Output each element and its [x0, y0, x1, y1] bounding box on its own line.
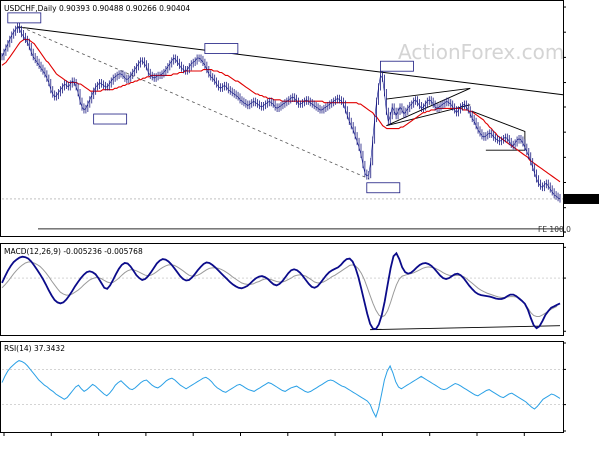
macd-header: MACD(12,26,9) -0.005236 -0.005768 — [4, 247, 143, 256]
rsi-panel-frame — [0, 341, 564, 433]
annotation-box — [204, 43, 239, 54]
annotation-box — [7, 12, 42, 24]
rsi-header: RSI(14) 37.3432 — [4, 344, 65, 353]
annotation-box — [93, 113, 128, 125]
fe-label: FE 100.0 — [538, 225, 571, 234]
last-price-tag — [563, 193, 599, 204]
chart-root: ActionForex.com USDCHF,Daily 0.90393 0.9… — [0, 0, 600, 450]
chart-canvas: ActionForex.com USDCHF,Daily 0.90393 0.9… — [0, 0, 599, 436]
price-panel-frame — [0, 0, 564, 237]
macd-panel-frame — [0, 243, 564, 336]
annotation-box — [380, 60, 414, 72]
watermark: ActionForex.com — [398, 40, 564, 64]
annotation-box — [366, 182, 401, 194]
price-header: USDCHF,Daily 0.90393 0.90488 0.90266 0.9… — [4, 4, 190, 13]
